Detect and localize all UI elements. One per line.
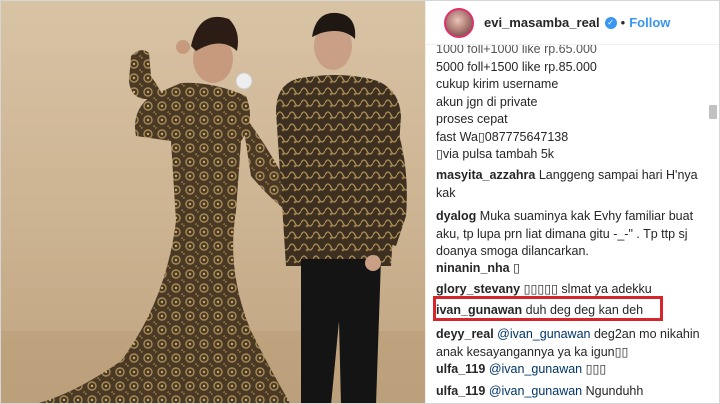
couple-photo-illustration bbox=[1, 12, 425, 403]
comment-username[interactable]: deyy_real bbox=[436, 327, 494, 341]
scrollbar-thumb[interactable] bbox=[709, 105, 717, 119]
caption-line: akun jgn di private bbox=[436, 94, 538, 109]
caption-line: ▯via pulsa tambah 5k bbox=[436, 147, 555, 161]
comment-item: ulfa_119 @ivan_gunawan Ngunduhh bbox=[436, 383, 706, 401]
follow-button[interactable]: Follow bbox=[629, 15, 670, 30]
comment-mention[interactable]: @ivan_gunawan bbox=[489, 384, 582, 398]
comment-username[interactable]: ulfa_119 bbox=[436, 384, 485, 398]
comment-item: dyalog Muka suaminya kak Evhy familiar b… bbox=[436, 208, 706, 261]
post-header: evi_masamba_real ✓ • Follow bbox=[426, 1, 719, 45]
post-username[interactable]: evi_masamba_real bbox=[484, 15, 600, 30]
post-photo[interactable] bbox=[1, 1, 425, 403]
caption-line: cukup kirim username bbox=[436, 77, 559, 91]
instagram-post-screenshot: evi_masamba_real ✓ • Follow 1000 foll+10… bbox=[0, 0, 720, 404]
separator-dot: • bbox=[620, 15, 626, 30]
comment-item: deyy_real @ivan_gunawan deg2an mo nikahi… bbox=[436, 326, 706, 361]
comment-username[interactable]: ninanin_nha bbox=[436, 261, 510, 275]
caption-line: fast Wa▯087775647138 bbox=[436, 129, 569, 144]
avatar[interactable] bbox=[444, 7, 474, 38]
comment-username[interactable]: masyita_azzahra bbox=[436, 168, 535, 182]
comments-feed[interactable]: 1000 foll+1000 like rp.65.000 5000 foll+… bbox=[426, 45, 719, 403]
comment-item: ulfa_119 @ivan_gunawan ▯▯▯ bbox=[436, 361, 706, 379]
comments-panel: evi_masamba_real ✓ • Follow 1000 foll+10… bbox=[425, 1, 719, 403]
comment-item: masyita_azzahra Langgeng sampai hari H'n… bbox=[436, 167, 706, 202]
post-caption: 1000 foll+1000 like rp.65.000 5000 foll+… bbox=[436, 45, 706, 164]
caption-line: 5000 foll+1500 like rp.85.000 bbox=[436, 59, 597, 74]
scrollbar[interactable] bbox=[709, 59, 717, 403]
caption-line: 1000 foll+1000 like rp.65.000 bbox=[436, 45, 597, 56]
red-highlight-box bbox=[433, 296, 663, 321]
comment-username[interactable]: dyalog bbox=[436, 209, 476, 223]
comment-username[interactable]: glory_stevany bbox=[436, 282, 520, 296]
comment-text: ▯▯▯▯▯ slmat ya adekku bbox=[523, 282, 652, 296]
comment-mention[interactable]: @ivan_gunawan bbox=[497, 327, 590, 341]
caption-line: proses cepat bbox=[436, 112, 508, 126]
comment-mention[interactable]: @ivan_gunawan bbox=[489, 362, 582, 376]
comment-text: ▯▯▯ bbox=[585, 362, 607, 376]
comment-username[interactable]: ulfa_119 bbox=[436, 362, 485, 376]
comment-text: Ngunduhh bbox=[585, 384, 644, 398]
verified-badge-icon: ✓ bbox=[604, 16, 617, 29]
comment-item: ninanin_nha ▯ bbox=[436, 260, 706, 278]
comment-text: ▯ bbox=[513, 261, 520, 275]
